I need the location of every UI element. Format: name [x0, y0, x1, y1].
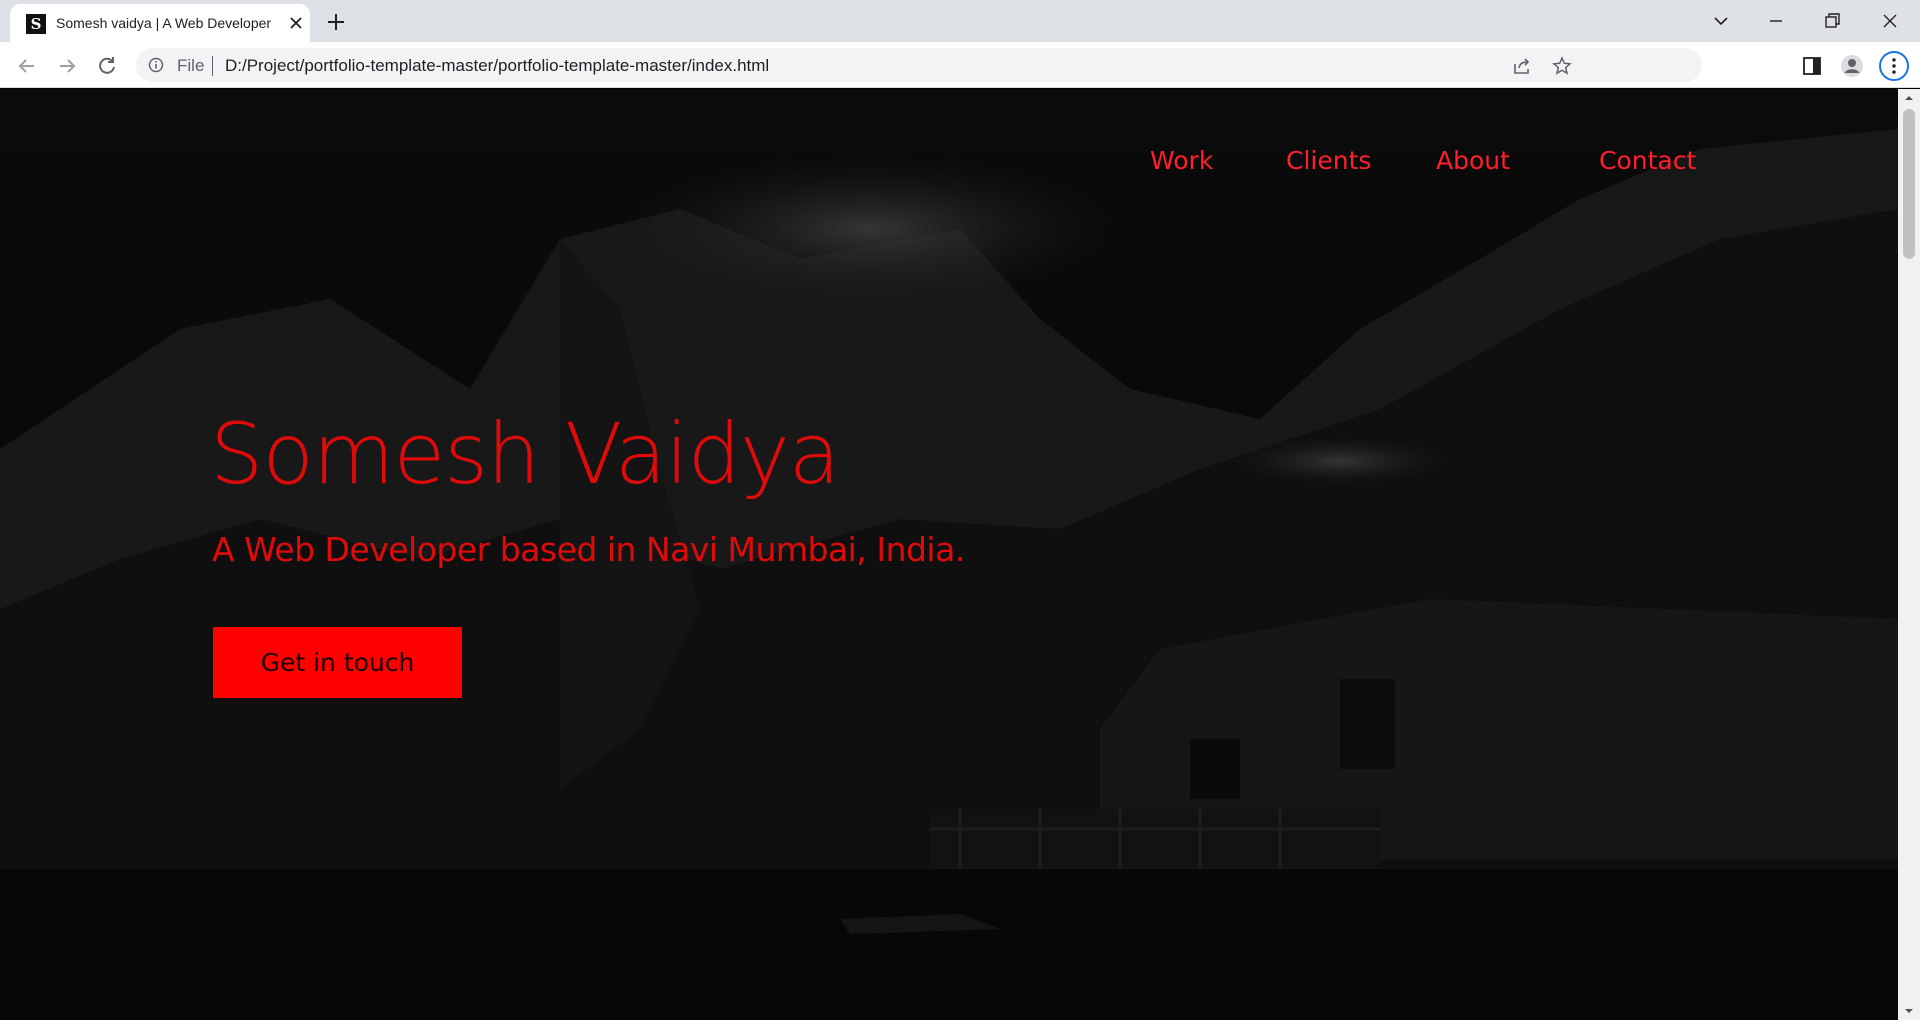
- hero-name: Somesh Vaidya: [210, 405, 840, 503]
- url-text[interactable]: D:/Project/portfolio-template-master/por…: [225, 56, 769, 76]
- tab-title: Somesh vaidya | A Web Developer: [56, 15, 272, 31]
- nav-link-clients[interactable]: Clients: [1286, 146, 1371, 175]
- url-scheme-label: File: [177, 56, 205, 75]
- back-arrow-icon[interactable]: [14, 53, 40, 79]
- page-scrollbar[interactable]: [1898, 89, 1920, 1020]
- nav-link-work[interactable]: Work: [1150, 146, 1213, 175]
- hero-tagline: A Web Developer based in Navi Mumbai, In…: [212, 530, 965, 569]
- reload-icon[interactable]: [94, 53, 120, 79]
- browser-menu-icon[interactable]: [1879, 51, 1909, 81]
- new-tab-icon[interactable]: [324, 10, 348, 34]
- profile-avatar-icon[interactable]: [1839, 53, 1865, 79]
- forward-arrow-icon[interactable]: [54, 53, 80, 79]
- browser-tabstrip: S Somesh vaidya | A Web Developer: [0, 0, 1920, 42]
- get-in-touch-button[interactable]: Get in touch: [213, 627, 462, 698]
- tab-search-chevron-icon[interactable]: [1706, 6, 1736, 36]
- browser-toolbar: File D:/Project/portfolio-template-maste…: [0, 42, 1920, 88]
- scrollbar-thumb[interactable]: [1903, 109, 1915, 259]
- omnibox-divider: [212, 56, 213, 76]
- restore-window-icon[interactable]: [1817, 6, 1847, 36]
- browser-tab-active[interactable]: S Somesh vaidya | A Web Developer: [10, 4, 310, 42]
- scroll-down-arrow-icon[interactable]: [1904, 1006, 1914, 1016]
- share-icon[interactable]: [1511, 55, 1533, 77]
- minimize-window-icon[interactable]: [1761, 6, 1791, 36]
- bookmark-star-icon[interactable]: [1551, 55, 1573, 77]
- close-tab-icon[interactable]: [286, 13, 306, 33]
- address-bar[interactable]: File D:/Project/portfolio-template-maste…: [136, 48, 1702, 82]
- side-panel-icon[interactable]: [1799, 53, 1825, 79]
- scroll-up-arrow-icon[interactable]: [1904, 93, 1914, 103]
- nav-link-contact[interactable]: Contact: [1599, 146, 1696, 175]
- close-window-icon[interactable]: [1875, 6, 1905, 36]
- nav-link-about[interactable]: About: [1436, 146, 1510, 175]
- site-info-icon[interactable]: [148, 57, 164, 73]
- page-viewport: Work Clients About Contact Somesh Vaidya…: [0, 89, 1898, 1020]
- site-favicon-icon: S: [26, 14, 46, 34]
